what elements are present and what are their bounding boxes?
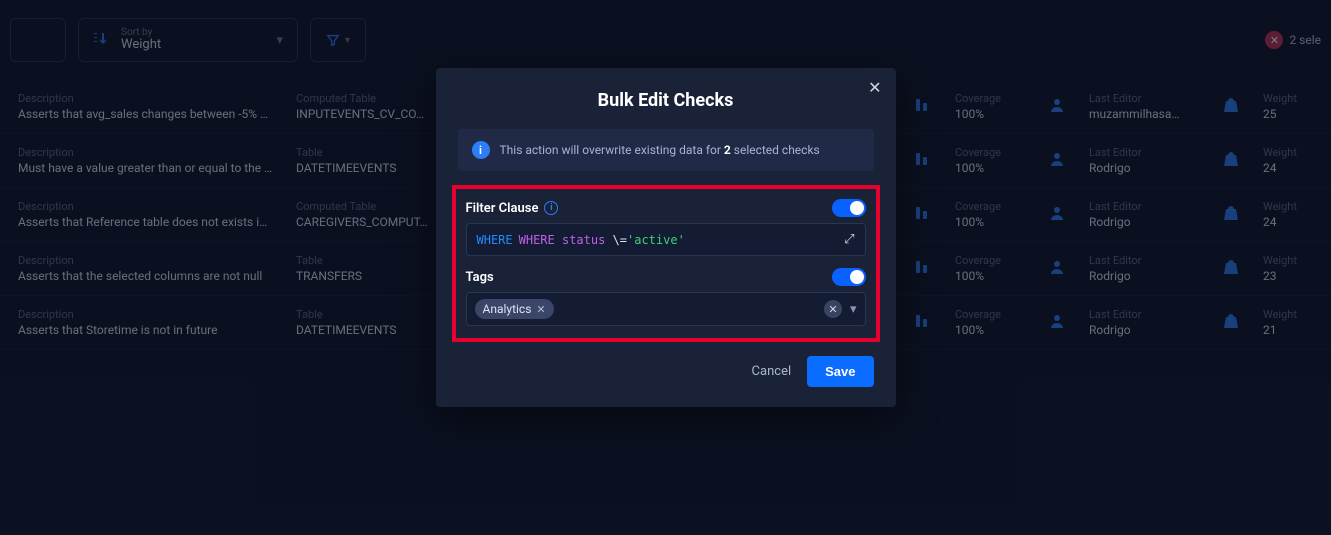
chevron-down-icon[interactable]: ▾: [850, 302, 857, 317]
filter-clause-label: Filter Clause i: [466, 201, 559, 216]
modal-title: Bulk Edit Checks: [458, 90, 874, 111]
info-banner: i This action will overwrite existing da…: [458, 129, 874, 171]
clear-tags-icon[interactable]: ✕: [824, 300, 842, 318]
bulk-edit-modal: ✕ Bulk Edit Checks i This action will ov…: [436, 68, 896, 407]
tags-label: Tags: [466, 270, 494, 285]
filter-clause-input[interactable]: WHERE WHERE status \='active' ⤢: [466, 223, 866, 256]
tags-input[interactable]: Analytics ✕ ✕ ▾: [466, 292, 866, 326]
help-icon[interactable]: i: [544, 201, 558, 215]
cancel-button[interactable]: Cancel: [752, 364, 792, 379]
info-icon: i: [472, 141, 490, 159]
save-button[interactable]: Save: [807, 356, 873, 387]
close-icon[interactable]: ✕: [868, 78, 881, 97]
modal-overlay: ✕ Bulk Edit Checks i This action will ov…: [0, 0, 1331, 535]
tag-chip[interactable]: Analytics ✕: [475, 299, 554, 319]
expand-icon[interactable]: ⤢: [844, 232, 854, 247]
tags-toggle[interactable]: [832, 268, 866, 286]
highlighted-fields: Filter Clause i WHERE WHERE status \='ac…: [452, 185, 880, 342]
filter-clause-toggle[interactable]: [832, 199, 866, 217]
remove-tag-icon[interactable]: ✕: [536, 303, 545, 316]
